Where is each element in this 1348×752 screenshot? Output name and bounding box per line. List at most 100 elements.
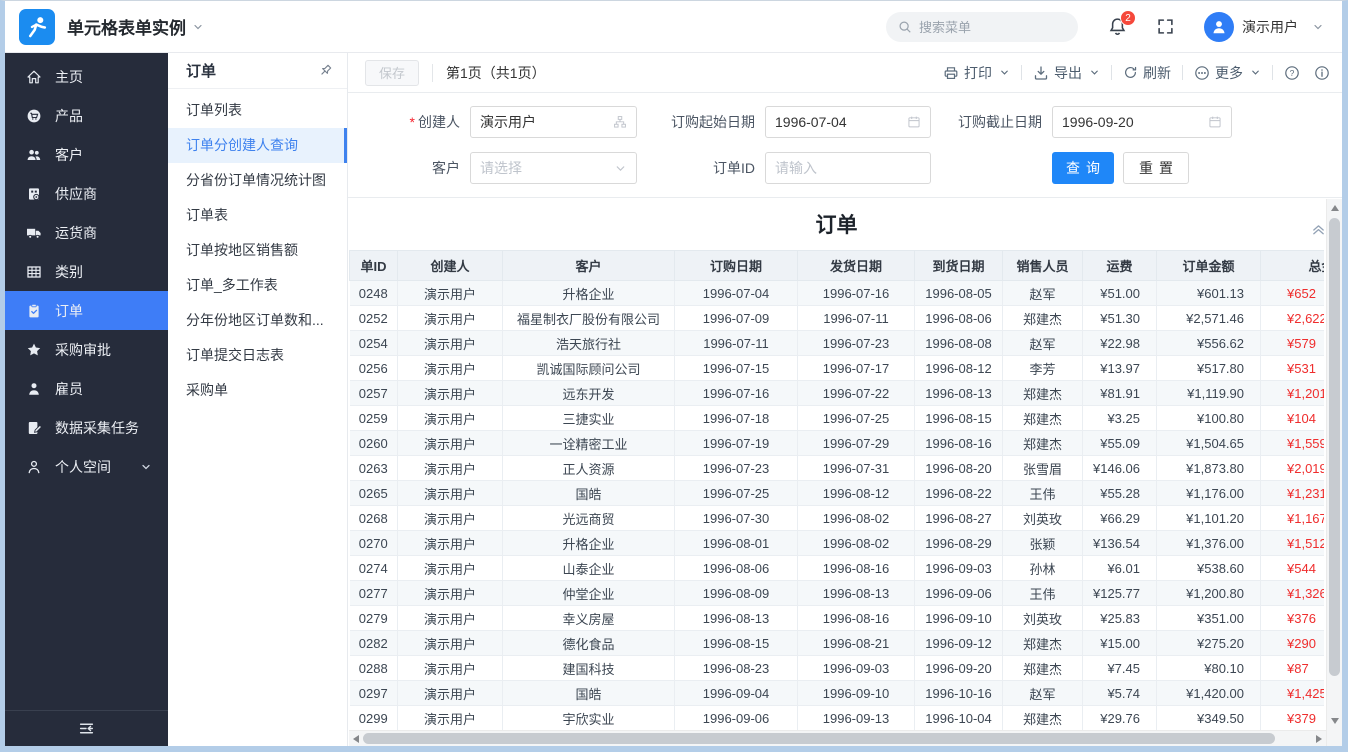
refresh-button[interactable]: 刷新 <box>1123 63 1171 83</box>
collapse-sidebar-icon[interactable] <box>78 720 95 737</box>
start-date-field[interactable] <box>765 106 931 138</box>
table-cell: 1996-08-01 <box>675 531 798 556</box>
table-row[interactable]: 0274演示用户山泰企业1996-08-061996-08-161996-09-… <box>350 556 1325 581</box>
table-row[interactable]: 0260演示用户一诠精密工业1996-07-191996-07-291996-0… <box>350 431 1325 456</box>
order-id-field[interactable] <box>765 152 931 184</box>
scroll-down-arrow[interactable] <box>1331 718 1339 724</box>
table-row[interactable]: 0263演示用户正人资源1996-07-231996-07-311996-08-… <box>350 456 1325 481</box>
creator-input[interactable] <box>480 114 607 130</box>
export-button[interactable]: 导出 <box>1033 63 1100 83</box>
sidebar-item-datatask[interactable]: 数据采集任务 <box>5 408 168 447</box>
horizontal-scroll-thumb[interactable] <box>363 733 1275 744</box>
table-cell: 一诠精密工业 <box>503 431 675 456</box>
search-input[interactable]: 搜索菜单 <box>886 12 1078 42</box>
submenu-item-1[interactable]: 订单分创建人查询 <box>168 128 347 163</box>
table-cell: 1996-09-04 <box>675 681 798 706</box>
table-cell: 李芳 <box>1003 356 1083 381</box>
table-row[interactable]: 0265演示用户国皓1996-07-251996-08-121996-08-22… <box>350 481 1325 506</box>
table-row[interactable]: 0288演示用户建国科技1996-08-231996-09-031996-09-… <box>350 656 1325 681</box>
table-row[interactable]: 0256演示用户凯诚国际顾问公司1996-07-151996-07-171996… <box>350 356 1325 381</box>
table-cell: 0274 <box>350 556 398 581</box>
table-cell: 1996-07-19 <box>675 431 798 456</box>
horizontal-scrollbar[interactable] <box>349 730 1326 746</box>
table-row[interactable]: 0268演示用户光远商贸1996-07-301996-08-021996-08-… <box>350 506 1325 531</box>
sidebar-item-label: 运货商 <box>55 223 97 243</box>
search-button[interactable]: 查询 <box>1052 152 1114 184</box>
user-menu[interactable]: 演示用户 <box>1204 12 1324 42</box>
sidebar-item-product[interactable]: 产品 <box>5 96 168 135</box>
table-cell: ¥5.74 <box>1083 681 1157 706</box>
table-cell: 演示用户 <box>398 481 503 506</box>
sidebar-item-home[interactable]: 主页 <box>5 57 168 96</box>
sidebar-item-approval[interactable]: 采购审批 <box>5 330 168 369</box>
end-date-input[interactable] <box>1062 114 1202 130</box>
table-row[interactable]: 0282演示用户德化食品1996-08-151996-08-211996-09-… <box>350 631 1325 656</box>
fullscreen-icon[interactable] <box>1157 18 1174 35</box>
table-cell: ¥1,176.00 <box>1157 481 1261 506</box>
table-row[interactable]: 0299演示用户宇欣实业1996-09-061996-09-131996-10-… <box>350 706 1325 731</box>
order-id-input[interactable] <box>775 160 921 176</box>
sidebar-item-order[interactable]: 订单 <box>5 291 168 330</box>
more-button[interactable]: 更多 <box>1194 63 1261 83</box>
notification-bell-icon[interactable]: 2 <box>1108 17 1127 36</box>
table-cell: 1996-09-06 <box>915 581 1003 606</box>
submenu-item-3[interactable]: 订单表 <box>168 198 347 233</box>
column-header: 销售人员 <box>1003 251 1083 281</box>
vertical-scroll-thumb[interactable] <box>1329 218 1340 676</box>
table-cell: ¥1,873.80 <box>1157 456 1261 481</box>
scroll-up-arrow[interactable] <box>1331 205 1339 211</box>
table-cell: 1996-09-03 <box>798 656 915 681</box>
save-button[interactable]: 保存 <box>365 60 419 86</box>
creator-field[interactable] <box>470 106 637 138</box>
table-cell: 赵军 <box>1003 331 1083 356</box>
customer-select[interactable]: 请选择 <box>470 152 637 184</box>
pin-icon[interactable] <box>318 63 333 78</box>
calendar-icon[interactable] <box>1208 115 1222 129</box>
table-row[interactable]: 0297演示用户国皓1996-09-041996-09-101996-10-16… <box>350 681 1325 706</box>
submenu-item-0[interactable]: 订单列表 <box>168 93 347 128</box>
table-cell: 1996-08-13 <box>798 581 915 606</box>
title-chevron-down-icon[interactable] <box>192 21 204 33</box>
calendar-icon[interactable] <box>907 115 921 129</box>
table-row[interactable]: 0279演示用户幸义房屋1996-08-131996-08-161996-09-… <box>350 606 1325 631</box>
table-cell: 正人资源 <box>503 456 675 481</box>
submenu-item-8[interactable]: 采购单 <box>168 373 347 408</box>
table-row[interactable]: 0257演示用户远东开发1996-07-161996-07-221996-08-… <box>350 381 1325 406</box>
sidebar-item-personal[interactable]: 个人空间 <box>5 447 168 486</box>
start-date-input[interactable] <box>775 114 901 130</box>
scroll-right-arrow[interactable] <box>1316 735 1322 743</box>
submenu-item-4[interactable]: 订单按地区销售额 <box>168 233 347 268</box>
end-date-field[interactable] <box>1052 106 1232 138</box>
submenu-item-5[interactable]: 订单_多工作表 <box>168 268 347 303</box>
table-cell: 演示用户 <box>398 631 503 656</box>
table-row[interactable]: 0252演示用户福星制衣厂股份有限公司1996-07-091996-07-111… <box>350 306 1325 331</box>
sidebar-item-shipper[interactable]: 运货商 <box>5 213 168 252</box>
reset-button[interactable]: 重置 <box>1123 152 1189 184</box>
table-cell: 宇欣实业 <box>503 706 675 731</box>
sidebar-item-customer[interactable]: 客户 <box>5 135 168 174</box>
table-row[interactable]: 0248演示用户升格企业1996-07-041996-07-161996-08-… <box>350 281 1325 306</box>
table-cell: 1996-09-06 <box>675 706 798 731</box>
column-header: 订单金额 <box>1157 251 1261 281</box>
scroll-left-arrow[interactable] <box>353 735 359 743</box>
org-tree-icon[interactable] <box>613 115 627 129</box>
table-row[interactable]: 0277演示用户仲堂企业1996-08-091996-08-131996-09-… <box>350 581 1325 606</box>
submenu-item-7[interactable]: 订单提交日志表 <box>168 338 347 373</box>
info-button[interactable] <box>1314 65 1330 81</box>
app-logo[interactable] <box>19 9 55 45</box>
submenu-item-6[interactable]: 分年份地区订单数和... <box>168 303 347 338</box>
table-row[interactable]: 0254演示用户浩天旅行社1996-07-111996-07-231996-08… <box>350 331 1325 356</box>
submenu-item-2[interactable]: 分省份订单情况统计图 <box>168 163 347 198</box>
vertical-scrollbar[interactable] <box>1326 199 1342 746</box>
sidebar-item-employee[interactable]: 雇员 <box>5 369 168 408</box>
sidebar-item-category[interactable]: 类别 <box>5 252 168 291</box>
help-button[interactable]: ? <box>1284 65 1300 81</box>
table-cell: ¥1,512 <box>1261 531 1325 556</box>
table-cell: 0257 <box>350 381 398 406</box>
table-row[interactable]: 0259演示用户三捷实业1996-07-181996-07-251996-08-… <box>350 406 1325 431</box>
table-cell: 凯诚国际顾问公司 <box>503 356 675 381</box>
sidebar-item-supplier[interactable]: 供应商 <box>5 174 168 213</box>
table-cell: ¥100.80 <box>1157 406 1261 431</box>
print-button[interactable]: 打印 <box>943 63 1010 83</box>
table-row[interactable]: 0270演示用户升格企业1996-08-011996-08-021996-08-… <box>350 531 1325 556</box>
